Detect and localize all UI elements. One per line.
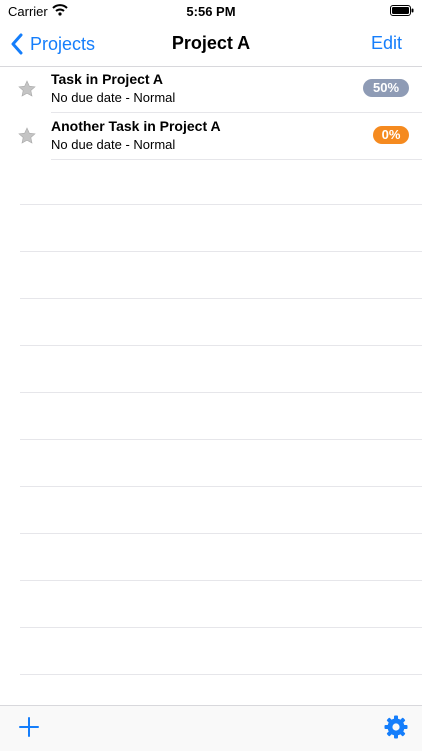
empty-row <box>20 158 422 205</box>
bottom-toolbar <box>0 705 422 751</box>
empty-rows <box>0 158 422 675</box>
battery-icon <box>390 5 414 16</box>
task-row[interactable]: Another Task in Project A No due date - … <box>18 113 422 160</box>
gear-icon[interactable] <box>384 715 408 739</box>
task-list: Task in Project A No due date - Normal 5… <box>0 66 422 160</box>
task-title: Task in Project A <box>51 71 164 87</box>
plus-icon[interactable] <box>19 717 39 737</box>
status-bar: Carrier 5:56 PM <box>0 0 422 22</box>
progress-badge: 50% <box>363 79 409 97</box>
empty-row <box>20 252 422 299</box>
task-row[interactable]: Task in Project A No due date - Normal 5… <box>18 66 422 113</box>
empty-row <box>20 205 422 252</box>
back-button-label: Projects <box>30 33 96 54</box>
empty-row <box>20 346 422 393</box>
status-time: 5:56 PM <box>186 4 236 19</box>
task-subtitle: No due date - Normal <box>51 137 176 152</box>
empty-row <box>20 440 422 487</box>
edit-button[interactable]: Edit <box>371 33 402 54</box>
star-icon[interactable] <box>18 127 36 145</box>
empty-row <box>20 393 422 440</box>
task-subtitle: No due date - Normal <box>51 90 176 105</box>
empty-row <box>20 581 422 628</box>
progress-badge: 0% <box>373 126 409 144</box>
navigation-bar: Projects Project A Edit <box>0 22 422 67</box>
empty-row <box>20 487 422 534</box>
task-title: Another Task in Project A <box>51 118 221 134</box>
star-icon[interactable] <box>18 80 36 98</box>
back-button[interactable]: Projects <box>10 31 95 57</box>
chevron-left-icon <box>11 33 23 55</box>
empty-row <box>20 299 422 346</box>
empty-row <box>20 534 422 581</box>
empty-row <box>20 628 422 675</box>
